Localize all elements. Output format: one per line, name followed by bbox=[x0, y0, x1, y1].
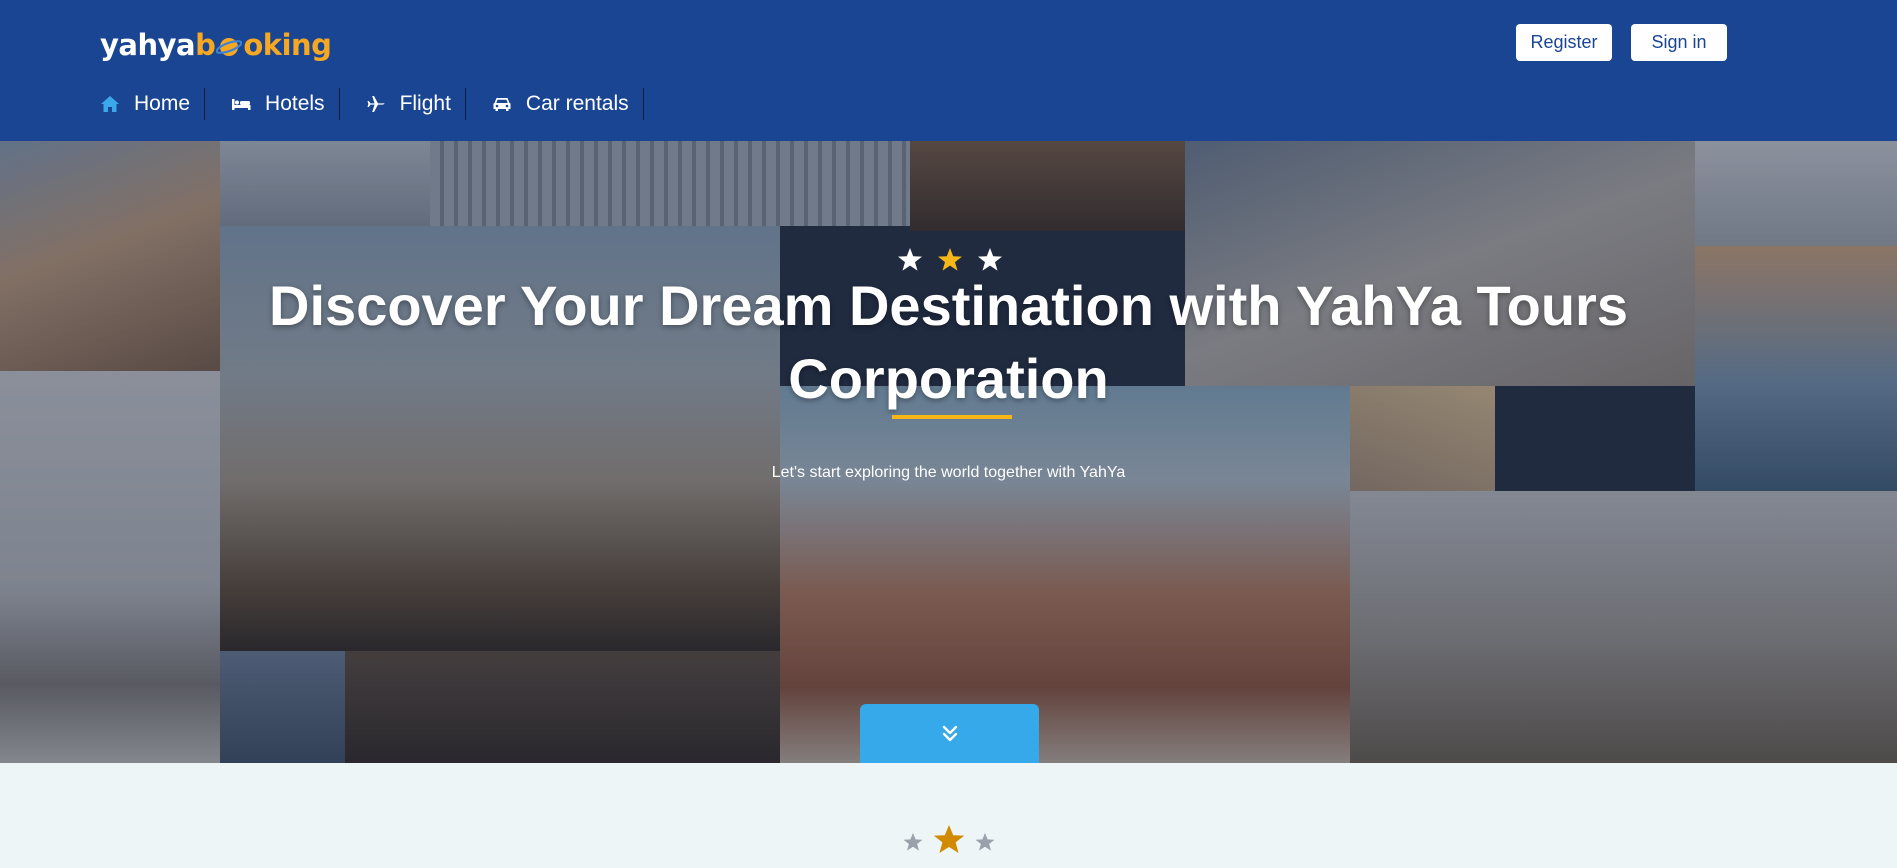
logo-text-right: oking bbox=[243, 28, 332, 62]
scroll-down-button[interactable] bbox=[860, 704, 1039, 763]
bed-icon bbox=[231, 94, 251, 114]
star-icon bbox=[898, 248, 922, 271]
star-icon bbox=[903, 833, 923, 851]
register-button[interactable]: Register bbox=[1516, 24, 1612, 61]
nav-label-hotels: Hotels bbox=[265, 92, 325, 115]
hero-overlay bbox=[0, 141, 1897, 763]
hero-title: Discover Your Dream Destination with Yah… bbox=[269, 274, 1628, 410]
nav-item-hotels[interactable]: Hotels bbox=[231, 88, 340, 120]
double-chevron-down-icon bbox=[942, 725, 957, 741]
star-icon bbox=[938, 248, 962, 271]
nav-item-home[interactable]: Home bbox=[100, 88, 206, 120]
nav-item-flight[interactable]: Flight bbox=[366, 88, 466, 120]
nav-label-flight: Flight bbox=[399, 92, 451, 115]
sign-in-button[interactable]: Sign in bbox=[1631, 24, 1727, 61]
nav-item-car-rentals[interactable]: Car rentals bbox=[492, 88, 644, 120]
plane-icon bbox=[366, 94, 386, 114]
main-nav: Home Hotels Flight Car rentals bbox=[100, 88, 670, 120]
title-underline bbox=[892, 415, 1012, 419]
site-header: yahya b oking Register Sign in Home Hote… bbox=[0, 0, 1897, 141]
star-icon bbox=[975, 833, 995, 851]
logo-text-b: b bbox=[195, 28, 216, 62]
logo-text-left: yahya bbox=[100, 28, 196, 62]
nav-label-car-rentals: Car rentals bbox=[525, 92, 629, 115]
globe-icon bbox=[215, 32, 243, 58]
star-icon bbox=[978, 248, 1002, 271]
car-icon bbox=[492, 94, 512, 114]
nav-label-home: Home bbox=[134, 92, 191, 115]
hero-banner: Discover Your Dream Destination with Yah… bbox=[0, 141, 1897, 763]
star-icon bbox=[933, 825, 965, 853]
home-icon bbox=[100, 94, 120, 114]
brand-logo[interactable]: yahya b oking bbox=[100, 25, 332, 65]
hero-subtitle: Let's start exploring the world together… bbox=[771, 464, 1126, 481]
section-rating-stars bbox=[903, 825, 995, 853]
